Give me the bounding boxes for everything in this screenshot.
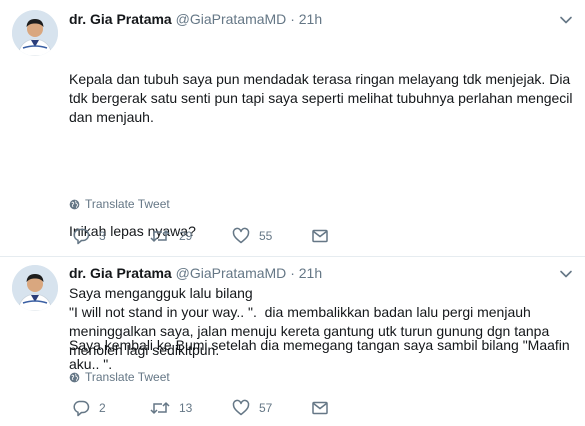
separator-dot: ·: [290, 11, 295, 27]
retweet-count: 29: [179, 229, 193, 243]
tweet[interactable]: dr. Gia Pratama @GiaPratamaMD · 21h Saya…: [0, 257, 585, 426]
retweet-button[interactable]: 13: [150, 398, 192, 418]
reply-icon: [73, 228, 90, 245]
translate-label: Translate Tweet: [85, 370, 170, 384]
avatar[interactable]: [12, 265, 58, 311]
like-button[interactable]: 55: [232, 226, 272, 246]
like-count: 55: [259, 229, 273, 243]
reply-count: 2: [99, 401, 106, 415]
heart-icon: [232, 399, 250, 416]
translate-tweet-link[interactable]: Translate Tweet: [69, 196, 170, 212]
envelope-icon: [312, 229, 328, 243]
author-handle[interactable]: @GiaPratamaMD: [176, 265, 287, 281]
tweet-paragraph: Kepala dan tubuh saya pun mendadak teras…: [69, 71, 577, 125]
retweet-icon: [150, 230, 170, 242]
translate-tweet-link[interactable]: Translate Tweet: [69, 369, 170, 385]
tweet-actions: 3 29 55: [69, 226, 369, 246]
tweet-text: Saya mengangguk lalu bilang "I will not …: [69, 285, 550, 358]
tweet-header: dr. Gia Pratama @GiaPratamaMD · 21h: [69, 10, 322, 28]
author-name[interactable]: dr. Gia Pratama: [69, 11, 172, 27]
retweet-button[interactable]: 29: [150, 226, 192, 246]
reply-button[interactable]: 3: [72, 226, 106, 246]
tweet-actions: 2 13 57: [69, 398, 369, 418]
translate-label: Translate Tweet: [85, 197, 170, 211]
reply-count: 3: [99, 229, 106, 243]
direct-message-button[interactable]: [311, 398, 329, 418]
tweet-header: dr. Gia Pratama @GiaPratamaMD · 21h: [69, 264, 322, 282]
globe-icon: [69, 199, 80, 209]
author-name[interactable]: dr. Gia Pratama: [69, 265, 172, 281]
direct-message-button[interactable]: [311, 226, 329, 246]
tweet[interactable]: dr. Gia Pratama @GiaPratamaMD · 21h Kepa…: [0, 0, 585, 372]
author-handle[interactable]: @GiaPratamaMD: [176, 11, 287, 27]
retweet-count: 13: [179, 401, 193, 415]
reply-icon: [73, 400, 90, 417]
separator-dot: ·: [290, 265, 295, 281]
heart-icon: [232, 227, 250, 244]
timestamp[interactable]: 21h: [299, 11, 322, 27]
globe-icon: [69, 372, 80, 382]
chevron-down-icon[interactable]: [559, 13, 573, 27]
retweet-icon: [150, 402, 170, 414]
reply-button[interactable]: 2: [72, 398, 106, 418]
timestamp[interactable]: 21h: [299, 265, 322, 281]
chevron-down-icon[interactable]: [559, 267, 573, 281]
like-button[interactable]: 57: [232, 398, 272, 418]
avatar[interactable]: [12, 10, 58, 56]
envelope-icon: [312, 401, 328, 415]
like-count: 57: [259, 401, 273, 415]
